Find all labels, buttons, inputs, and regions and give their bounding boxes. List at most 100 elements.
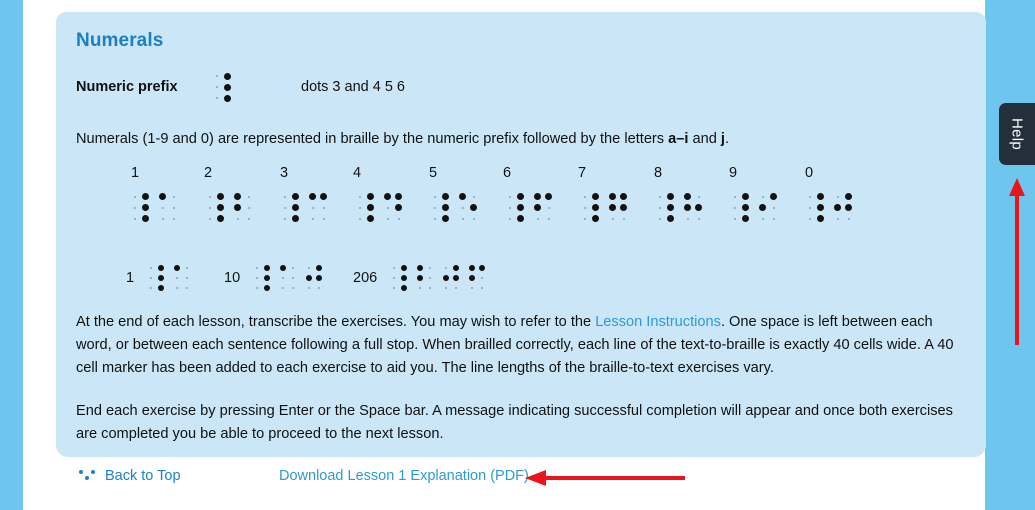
braille-dot-4 — [292, 193, 299, 200]
braille-cell — [307, 191, 329, 224]
braille-dot-3 — [358, 217, 361, 220]
braille-dot-3 — [658, 217, 661, 220]
braille-dot-3 — [433, 217, 436, 220]
braille-dot-2 — [808, 206, 811, 209]
numeral-braille-2 — [204, 191, 254, 224]
braille-cell — [457, 191, 479, 224]
numeral-label-2: 2 — [204, 165, 213, 181]
annotation-arrow-up-head — [1009, 178, 1025, 196]
braille-dot-2 — [442, 274, 450, 282]
braille-dot-1 — [159, 193, 166, 200]
braille-dot-5 — [400, 274, 408, 282]
braille-dot-4 — [452, 264, 460, 272]
braille-dot-2 — [534, 204, 541, 211]
braille-cell — [832, 191, 854, 224]
numeral-example-1: 1 — [126, 263, 192, 293]
braille-dot-3 — [836, 217, 839, 220]
annotation-arrow-left-head — [525, 470, 546, 486]
braille-dot-5 — [442, 204, 449, 211]
braille-dot-4 — [395, 193, 402, 200]
braille-dot-1 — [583, 195, 586, 198]
braille-cell — [389, 263, 409, 293]
braille-dot-5 — [186, 277, 189, 279]
numeral-braille-4 — [354, 191, 404, 224]
braille-dot-4 — [224, 72, 231, 80]
braille-dot-1 — [279, 264, 287, 272]
braille-dot-6 — [224, 94, 231, 102]
numeral-examples-row: 1 10 206 — [76, 263, 966, 311]
braille-dot-3 — [133, 217, 136, 220]
braille-cell — [172, 263, 192, 293]
numeric-prefix-label: Numeric prefix — [76, 79, 178, 95]
braille-dot-4 — [172, 195, 175, 198]
braille-dot-3 — [471, 287, 474, 289]
braille-dot-5 — [592, 204, 599, 211]
braille-dot-2 — [386, 206, 389, 209]
braille-cell-numeric-prefix — [211, 71, 233, 104]
braille-dot-6 — [817, 215, 824, 222]
example-label-10: 10 — [224, 270, 241, 286]
braille-dot-4 — [817, 193, 824, 200]
braille-dot-1 — [309, 193, 316, 200]
braille-dot-2 — [234, 204, 241, 211]
braille-dot-3 — [386, 217, 389, 220]
braille-dot-6 — [442, 215, 449, 222]
numeral-label-9: 9 — [729, 165, 738, 181]
numeral-label-6: 6 — [503, 165, 512, 181]
braille-dot-5 — [742, 204, 749, 211]
braille-dot-6 — [186, 287, 189, 289]
back-to-top-link[interactable]: Back to Top — [79, 468, 181, 484]
numeral-label-0: 0 — [805, 165, 814, 181]
braille-dot-6 — [697, 217, 700, 220]
braille-dot-1 — [416, 264, 424, 272]
braille-dot-1 — [609, 193, 616, 200]
braille-dot-3 — [176, 287, 179, 289]
braille-cell — [654, 191, 676, 224]
braille-dot-3 — [808, 217, 811, 220]
braille-cell — [429, 191, 451, 224]
braille-dot-2 — [256, 277, 259, 279]
braille-dot-2 — [508, 206, 511, 209]
braille-dot-6 — [322, 217, 325, 220]
braille-dot-6 — [400, 284, 408, 292]
braille-dot-2 — [658, 206, 661, 209]
braille-cell — [682, 191, 704, 224]
braille-dot-6 — [592, 215, 599, 222]
braille-dot-2 — [759, 204, 766, 211]
braille-dot-1 — [133, 195, 136, 198]
download-lesson-pdf-link[interactable]: Download Lesson 1 Explanation (PDF) — [279, 468, 529, 484]
intro-text-middle: and — [688, 131, 721, 147]
braille-dot-6 — [429, 287, 432, 289]
braille-dot-1 — [393, 267, 396, 269]
numeral-braille-9 — [729, 191, 779, 224]
braille-dot-4 — [697, 195, 700, 198]
braille-dot-4 — [217, 193, 224, 200]
braille-dot-3 — [611, 217, 614, 220]
braille-dot-2 — [282, 277, 285, 279]
braille-cell — [129, 191, 151, 224]
braille-dot-6 — [142, 215, 149, 222]
numeral-example-10: 10 — [224, 263, 324, 293]
braille-cell — [279, 191, 301, 224]
braille-dot-6 — [247, 217, 250, 220]
braille-dot-5 — [315, 274, 323, 282]
braille-cell — [157, 191, 179, 224]
braille-dot-6 — [517, 215, 524, 222]
braille-dot-3 — [419, 287, 422, 289]
lesson-instructions-link[interactable]: Lesson Instructions — [595, 314, 721, 330]
braille-dot-6 — [263, 284, 271, 292]
numeral-label-8: 8 — [654, 165, 663, 181]
braille-cell — [441, 263, 461, 293]
example-braille-cells-206 — [389, 263, 487, 293]
braille-dot-6 — [217, 215, 224, 222]
braille-dot-3 — [733, 217, 736, 220]
braille-dot-3 — [686, 217, 689, 220]
braille-dot-1 — [433, 195, 436, 198]
braille-dot-5 — [142, 204, 149, 211]
braille-dot-5 — [845, 204, 852, 211]
braille-dot-5 — [322, 206, 325, 209]
braille-dot-5 — [367, 204, 374, 211]
braille-dot-1 — [508, 195, 511, 198]
help-tab-button[interactable]: Help — [999, 103, 1035, 165]
footer-links-row: Back to Top Download Lesson 1 Explanatio… — [79, 468, 779, 492]
